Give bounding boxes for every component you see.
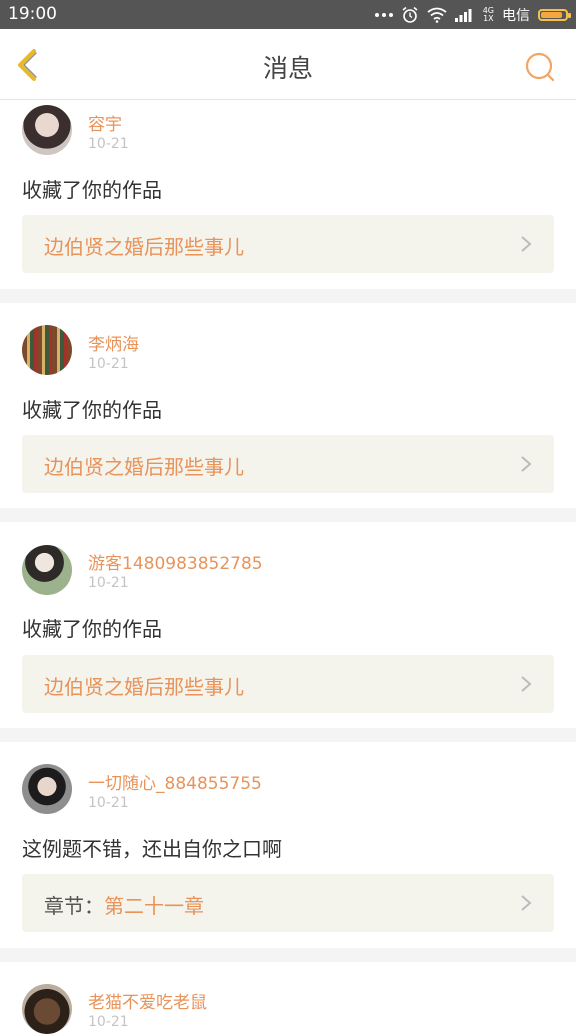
card-divider — [0, 948, 576, 962]
battery-fill — [541, 12, 562, 18]
top-nav-bar: 消息 — [0, 29, 576, 100]
chevron-right-icon — [521, 456, 532, 472]
network-type: 4G 1X — [483, 7, 494, 23]
message-date: 10-21 — [88, 356, 129, 372]
link-prefix: 章节： — [44, 894, 104, 918]
alarm-icon — [402, 6, 418, 23]
status-time: 19:00 — [8, 4, 57, 24]
message-date: 10-21 — [88, 795, 129, 811]
search-icon[interactable] — [524, 51, 556, 83]
chevron-right-icon — [521, 676, 532, 692]
user-avatar[interactable] — [22, 325, 72, 375]
username[interactable]: 李炳海 — [88, 330, 139, 355]
user-avatar[interactable] — [22, 545, 72, 595]
chevron-right-icon — [521, 895, 532, 911]
message-text: 收藏了你的作品 — [22, 617, 162, 641]
username[interactable]: 一切随心_884855755 — [88, 769, 262, 794]
status-bar: 19:00 4G 1X 电信 — [0, 0, 576, 29]
message-text: 收藏了你的作品 — [22, 178, 162, 202]
network-sub-label: 1X — [483, 14, 494, 23]
chapter-link[interactable]: 章节：第二十一章 — [22, 874, 554, 932]
status-icons: 4G 1X 电信 — [374, 3, 571, 27]
battery-icon — [538, 9, 571, 21]
card-divider — [0, 728, 576, 742]
link-title: 边伯贤之婚后那些事儿 — [44, 675, 244, 699]
message-card: 一切随心_884855755 10-21 这例题不错，还出自你之口啊 章节：第二… — [0, 742, 576, 948]
message-card: 游客1480983852785 10-21 收藏了你的作品 边伯贤之婚后那些事儿 — [0, 522, 576, 728]
more-dots-icon — [374, 13, 393, 17]
page-title: 消息 — [262, 54, 313, 83]
message-card: 老猫不爱吃老鼠 10-21 — [0, 962, 576, 1034]
link-title: 第二十一章 — [104, 894, 204, 918]
user-avatar[interactable] — [22, 764, 72, 814]
chevron-right-icon — [521, 236, 532, 252]
work-title: 边伯贤之婚后那些事儿 — [44, 231, 244, 260]
work-title: 边伯贤之婚后那些事儿 — [44, 451, 244, 480]
signal-icon — [454, 9, 472, 22]
work-link[interactable]: 边伯贤之婚后那些事儿 — [22, 215, 554, 273]
message-date: 10-21 — [88, 136, 129, 152]
username[interactable]: 容宇 — [88, 110, 122, 135]
message-text: 这例题不错，还出自你之口啊 — [22, 837, 282, 861]
user-avatar[interactable] — [22, 105, 72, 155]
message-card: 容宇 10-21 收藏了你的作品 边伯贤之婚后那些事儿 — [0, 100, 576, 290]
work-link[interactable]: 边伯贤之婚后那些事儿 — [22, 435, 554, 493]
username[interactable]: 老猫不爱吃老鼠 — [88, 988, 207, 1013]
message-date: 10-21 — [88, 1014, 129, 1030]
card-divider — [0, 508, 576, 522]
message-text: 收藏了你的作品 — [22, 398, 162, 422]
work-link[interactable]: 边伯贤之婚后那些事儿 — [22, 655, 554, 713]
chapter-title: 章节：第二十一章 — [44, 890, 204, 919]
carrier-label: 电信 — [502, 8, 530, 24]
card-divider — [0, 289, 576, 303]
link-title: 边伯贤之婚后那些事儿 — [44, 455, 244, 479]
username[interactable]: 游客1480983852785 — [88, 549, 263, 574]
message-card: 李炳海 10-21 收藏了你的作品 边伯贤之婚后那些事儿 — [0, 303, 576, 509]
work-title: 边伯贤之婚后那些事儿 — [44, 671, 244, 700]
wifi-icon — [427, 7, 447, 23]
message-date: 10-21 — [88, 575, 129, 591]
user-avatar[interactable] — [22, 984, 72, 1034]
link-title: 边伯贤之婚后那些事儿 — [44, 235, 244, 259]
